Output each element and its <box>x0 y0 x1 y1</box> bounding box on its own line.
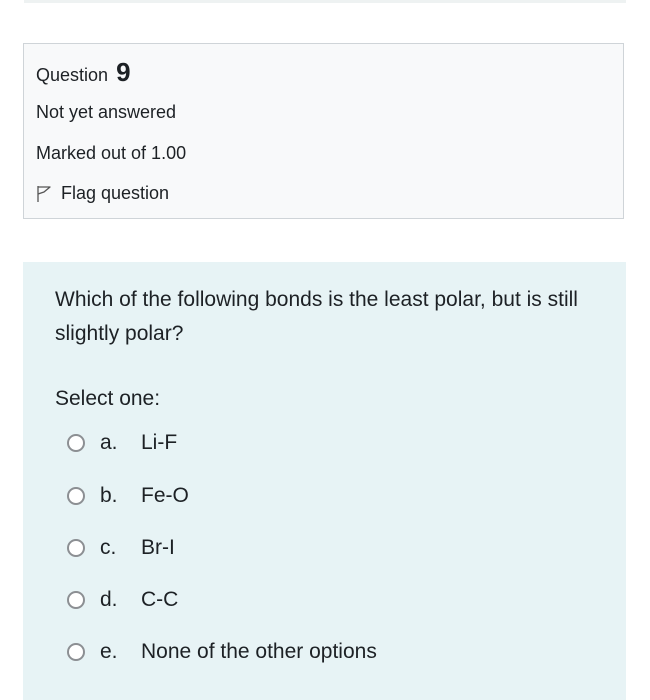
select-one-prompt: Select one: <box>55 387 161 410</box>
radio-button[interactable] <box>67 643 85 661</box>
answer-label: Fe-O <box>141 484 189 507</box>
answer-letter: a. <box>100 431 118 454</box>
question-number: Question 9 <box>36 57 131 88</box>
flag-question-label: Flag question <box>61 183 170 203</box>
radio-button[interactable] <box>67 539 85 557</box>
question-state: Not yet answered <box>36 102 177 122</box>
answer-option-d[interactable]: d. C-C <box>67 585 607 615</box>
answer-option-c[interactable]: c. Br-I <box>67 533 607 563</box>
flag-outline-icon <box>36 185 52 203</box>
radio-button[interactable] <box>67 591 85 609</box>
answer-option-e[interactable]: e. None of the other options <box>67 637 607 667</box>
answer-label: C-C <box>141 588 179 611</box>
answer-letter: c. <box>100 536 117 559</box>
question-info-panel: Question 9 Not yet answered Marked out o… <box>23 43 624 219</box>
radio-button[interactable] <box>67 487 85 505</box>
question-label: Question <box>36 65 109 85</box>
question-content-panel: Which of the following bonds is the leas… <box>23 262 626 700</box>
answer-letter: d. <box>100 588 118 611</box>
question-number-value: 9 <box>116 57 131 87</box>
question-text: Which of the following bonds is the leas… <box>55 288 578 345</box>
question-grade: Marked out of 1.00 <box>36 143 187 163</box>
answer-option-b[interactable]: b. Fe-O <box>67 481 607 511</box>
answer-label: None of the other options <box>141 640 377 663</box>
flag-question-toggle[interactable]: Flag question <box>36 183 169 204</box>
answer-label: Br-I <box>141 536 175 559</box>
answer-option-a[interactable]: a. Li-F <box>67 428 607 458</box>
radio-button[interactable] <box>67 434 85 452</box>
answer-letter: e. <box>100 640 118 663</box>
answer-letter: b. <box>100 484 118 507</box>
previous-question-edge <box>24 0 626 3</box>
answer-label: Li-F <box>141 431 178 454</box>
